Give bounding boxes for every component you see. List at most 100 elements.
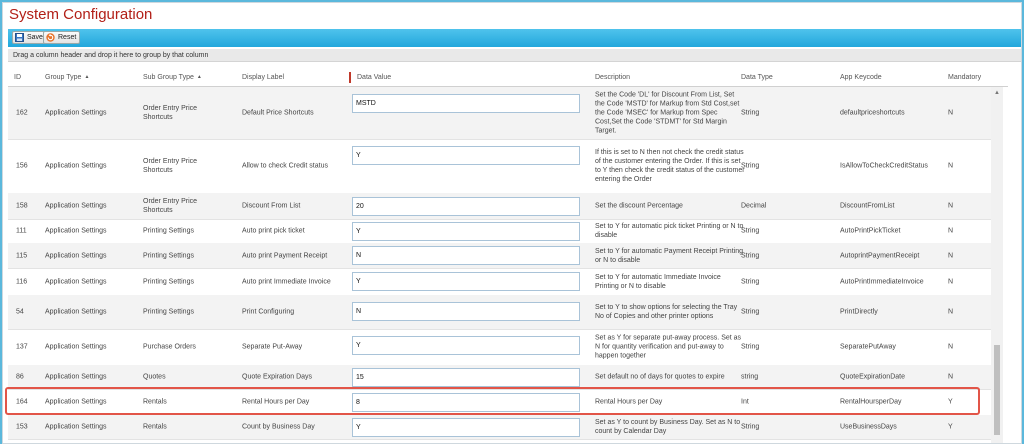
- cell-description: Set to Y for automatic Immediate Invoice…: [595, 273, 721, 290]
- cell-id: 153: [16, 423, 28, 431]
- column-header-display-label[interactable]: Display Label: [242, 74, 284, 81]
- data-value-input[interactable]: [352, 246, 580, 265]
- data-value-input[interactable]: [352, 222, 580, 241]
- cell-id: 54: [16, 308, 24, 316]
- data-value-input[interactable]: [352, 272, 580, 291]
- cell-description: Set default no of days for quotes to exp…: [595, 373, 725, 381]
- cell-app-keycode: AutoprintPaymentReceipt: [840, 252, 920, 259]
- page-title: System Configuration: [9, 6, 153, 23]
- cell-id: 162: [16, 109, 28, 117]
- sort-ascending-icon: ▲: [84, 74, 90, 80]
- cell-description: Set as Y to count by Business Day. Set a…: [595, 419, 741, 435]
- table-row[interactable]: 54 Application Settings Printing Settings P…: [8, 295, 991, 330]
- cell-sub-group-type: Rentals: [143, 423, 167, 431]
- vertical-scrollbar[interactable]: ▲: [991, 87, 1003, 443]
- data-value-input[interactable]: [352, 368, 580, 387]
- cell-app-keycode: AutoPrintImmediateInvoice: [840, 278, 924, 285]
- cell-display-label: Count by Business Day: [242, 423, 315, 431]
- cell-mandatory: N: [948, 278, 954, 285]
- cell-group-type: Application Settings: [45, 252, 107, 259]
- cell-display-label: Separate Put-Away: [242, 343, 303, 351]
- data-value-input[interactable]: [352, 146, 580, 165]
- sort-ascending-icon: ▲: [196, 74, 202, 80]
- cell-app-keycode: AutoPrintPickTicket: [840, 227, 901, 235]
- cell-mandatory: N: [948, 162, 954, 170]
- cell-description: Set the discount Percentage: [595, 202, 683, 210]
- cell-description: Set as Y for separate put-away process. …: [595, 334, 742, 360]
- data-value-input[interactable]: [352, 418, 580, 437]
- cell-data-type: String: [741, 278, 760, 285]
- save-icon: [15, 33, 24, 42]
- cell-mandatory: N: [948, 227, 954, 235]
- column-header-mandatory[interactable]: Mandatory: [948, 74, 981, 81]
- column-header-sub-group-type[interactable]: Sub Group Type ▲: [143, 74, 202, 81]
- cell-app-keycode: PrintDirectly: [840, 308, 878, 316]
- toolbar: Save Reset: [8, 29, 1021, 47]
- table-row[interactable]: 156 Application Settings Order Entry Price…: [8, 139, 991, 194]
- cell-sub-group-type: Printing Settings: [143, 252, 194, 259]
- column-resize-marker[interactable]: [349, 72, 351, 83]
- cell-display-label: Auto print Payment Receipt: [242, 252, 328, 259]
- cell-description: If this is set to N then not check the c…: [595, 149, 745, 183]
- cell-sub-group-type: Printing Settings: [143, 308, 194, 316]
- save-label: Save: [27, 34, 43, 41]
- cell-group-type: Application Settings: [45, 343, 107, 351]
- cell-group-type: Application Settings: [45, 162, 107, 170]
- group-drop-area[interactable]: Drag a column header and drop it here to…: [8, 49, 1021, 62]
- column-header-id[interactable]: ID: [14, 74, 21, 81]
- cell-sub-group-type: Purchase Orders: [143, 343, 196, 351]
- cell-display-label: Auto print pick ticket: [242, 227, 305, 235]
- cell-data-type: String: [741, 423, 760, 431]
- scrollbar-thumb[interactable]: [994, 345, 1000, 435]
- cell-sub-group-type: Order Entry Price Shortcuts: [143, 198, 198, 214]
- table-row[interactable]: 111 Application Settings Printing Settings…: [8, 219, 991, 244]
- cell-sub-group-type: Quotes: [143, 373, 166, 381]
- highlighted-row-outline: [5, 387, 980, 415]
- cell-display-label: Allow to check Credit status: [242, 162, 328, 170]
- table-row[interactable]: 158 Application Settings Order Entry Price…: [8, 193, 991, 220]
- cell-group-type: Application Settings: [45, 373, 107, 381]
- save-button[interactable]: Save: [12, 31, 47, 44]
- reset-button[interactable]: Reset: [43, 31, 81, 44]
- cell-data-type: String: [741, 343, 760, 351]
- cell-app-keycode: QuoteExpirationDate: [840, 373, 905, 381]
- data-value-input[interactable]: [352, 94, 580, 113]
- table-row[interactable]: 162 Application Settings Order Entry Price…: [8, 87, 991, 140]
- column-header-app-keycode[interactable]: App Keycode: [840, 74, 882, 81]
- data-value-input[interactable]: [352, 336, 580, 355]
- cell-id: 115: [16, 252, 28, 259]
- data-value-input[interactable]: [352, 302, 580, 321]
- column-header-data-type[interactable]: Data Type: [741, 74, 773, 81]
- cell-mandatory: N: [948, 202, 954, 210]
- cell-mandatory: N: [948, 343, 954, 351]
- table-row[interactable]: 153 Application Settings Rentals Count by B…: [8, 415, 991, 440]
- cell-data-type: String: [741, 162, 760, 170]
- cell-sub-group-type: Order Entry Price Shortcuts: [143, 158, 198, 174]
- cell-sub-group-type: Printing Settings: [143, 227, 194, 235]
- cell-display-label: Discount From List: [242, 202, 301, 210]
- cell-group-type: Application Settings: [45, 423, 107, 431]
- cell-group-type: Application Settings: [45, 227, 107, 235]
- cell-id: 137: [16, 343, 28, 351]
- cell-display-label: Auto print Immediate Invoice: [242, 278, 331, 285]
- cell-app-keycode: UseBusinessDays: [840, 423, 897, 431]
- cell-data-type: String: [741, 227, 760, 235]
- cell-group-type: Application Settings: [45, 202, 107, 210]
- table-row[interactable]: 137 Application Settings Purchase Orders Se…: [8, 329, 991, 366]
- column-header-group-type[interactable]: Group Type ▲: [45, 74, 89, 81]
- data-value-input[interactable]: [352, 197, 580, 216]
- cell-display-label: Quote Expiration Days: [242, 373, 313, 381]
- cell-display-label: Default Price Shortcuts: [242, 109, 314, 117]
- cell-mandatory: N: [948, 109, 954, 117]
- cell-id: 111: [16, 227, 27, 235]
- table-row[interactable]: 115 Application Settings Printing Settings…: [8, 243, 991, 269]
- scroll-up-icon[interactable]: ▲: [994, 90, 1000, 96]
- cell-description: Set the Code 'DL' for Discount From List…: [595, 91, 740, 135]
- column-header-data-value[interactable]: Data Value: [357, 74, 391, 81]
- column-header-description[interactable]: Description: [595, 74, 630, 81]
- cell-app-keycode: defaultpriceshortcuts: [840, 109, 905, 117]
- cell-mandatory: N: [948, 308, 954, 316]
- cell-mandatory: N: [948, 252, 954, 259]
- cell-data-type: String: [741, 308, 760, 316]
- table-row[interactable]: 116 Application Settings Printing Settings…: [8, 268, 991, 296]
